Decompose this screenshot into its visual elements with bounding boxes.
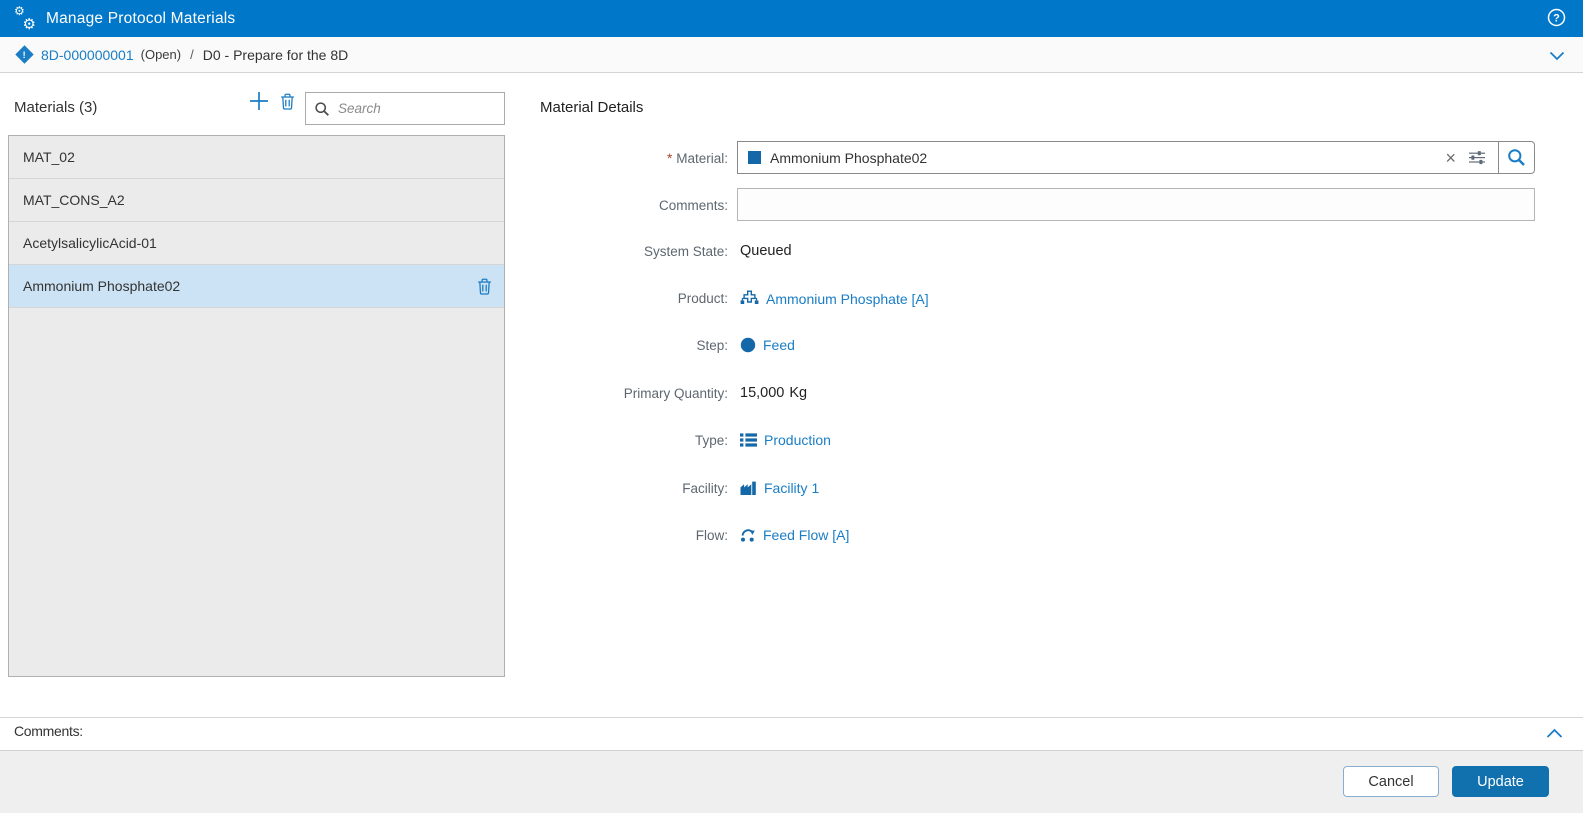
comments-bar-label: Comments: — [14, 723, 83, 739]
breadcrumb-status: (Open) — [141, 47, 181, 62]
material-search-button[interactable] — [1498, 141, 1535, 174]
required-marker: * — [667, 151, 672, 166]
field-product: Product: Ammonium Phosphate [A] — [540, 290, 1440, 307]
primary-quantity-unit: Kg — [789, 385, 807, 401]
product-link[interactable]: Ammonium Phosphate [A] — [766, 291, 929, 307]
clear-icon[interactable]: × — [1445, 149, 1456, 167]
flow-link[interactable]: Feed Flow [A] — [763, 527, 849, 543]
flow-icon — [740, 527, 756, 543]
comments-input[interactable] — [737, 188, 1535, 221]
material-field-label: *Material: — [540, 150, 728, 168]
system-state-value: Queued — [740, 243, 792, 259]
step-link[interactable]: Feed — [763, 337, 795, 353]
type-icon — [740, 433, 757, 447]
step-icon — [740, 337, 756, 353]
title-bar: ⚙ ⚙ Manage Protocol Materials ? — [0, 0, 1583, 37]
chevron-up-icon[interactable] — [1546, 726, 1563, 744]
delete-material-button[interactable] — [280, 93, 296, 111]
row-trash-icon[interactable] — [477, 278, 492, 295]
field-system-state: System State: Queued — [540, 243, 1440, 259]
material-type-icon — [748, 151, 761, 164]
materials-search-box — [305, 92, 505, 125]
comments-bar-divider — [0, 717, 1583, 718]
material-list-item[interactable]: MAT_02 — [9, 136, 504, 179]
field-flow: Flow: Feed Flow [A] — [540, 527, 1440, 543]
field-type: Type: Production — [540, 432, 1440, 448]
facility-icon — [740, 480, 757, 496]
material-list-item-selected[interactable]: Ammonium Phosphate02 — [9, 265, 504, 308]
material-picker-field[interactable]: Ammonium Phosphate02 × — [737, 141, 1498, 174]
footer-bar: Cancel Update — [0, 750, 1583, 813]
field-facility: Facility: Facility 1 — [540, 480, 1440, 496]
field-primary-quantity: Primary Quantity: 15,000 Kg — [540, 385, 1440, 401]
help-icon[interactable]: ? — [1547, 8, 1566, 27]
breadcrumb-separator: / — [190, 47, 194, 62]
add-material-button[interactable] — [247, 89, 271, 113]
material-list-item[interactable]: AcetylsalicylicAcid-01 — [9, 222, 504, 265]
breadcrumb-step: D0 - Prepare for the 8D — [203, 47, 349, 63]
update-button[interactable]: Update — [1452, 766, 1549, 797]
materials-panel-title: Materials (3) — [14, 99, 97, 116]
primary-quantity-value: 15,000 — [740, 385, 784, 401]
product-icon — [740, 290, 759, 307]
page-title: Manage Protocol Materials — [46, 10, 235, 28]
search-icon — [314, 101, 330, 117]
materials-search-input[interactable] — [338, 101, 496, 116]
breadcrumb-order-link[interactable]: 8D-000000001 — [41, 47, 134, 63]
details-title: Material Details — [540, 99, 643, 116]
cancel-button[interactable]: Cancel — [1343, 766, 1439, 797]
facility-link[interactable]: Facility 1 — [764, 480, 819, 496]
materials-list: MAT_02 MAT_CONS_A2 AcetylsalicylicAcid-0… — [8, 135, 505, 677]
material-list-item[interactable]: MAT_CONS_A2 — [9, 179, 504, 222]
alert-diamond-icon: ! — [15, 45, 33, 63]
gears-icon: ⚙ ⚙ — [14, 8, 36, 30]
material-picker: Ammonium Phosphate02 × — [737, 141, 1535, 174]
field-step: Step: Feed — [540, 337, 1440, 353]
comments-field-label: Comments: — [540, 197, 728, 215]
type-link[interactable]: Production — [764, 432, 831, 448]
svg-text:?: ? — [1553, 13, 1560, 25]
manage-protocol-materials-window: ⚙ ⚙ Manage Protocol Materials ? ! 8D-000… — [0, 0, 1583, 813]
search-icon — [1507, 148, 1526, 167]
breadcrumb: ! 8D-000000001 (Open) / D0 - Prepare for… — [0, 37, 1583, 73]
material-picker-value: Ammonium Phosphate02 — [770, 150, 1445, 166]
chevron-down-icon[interactable] — [1549, 48, 1565, 66]
filter-sliders-icon[interactable] — [1468, 150, 1486, 165]
